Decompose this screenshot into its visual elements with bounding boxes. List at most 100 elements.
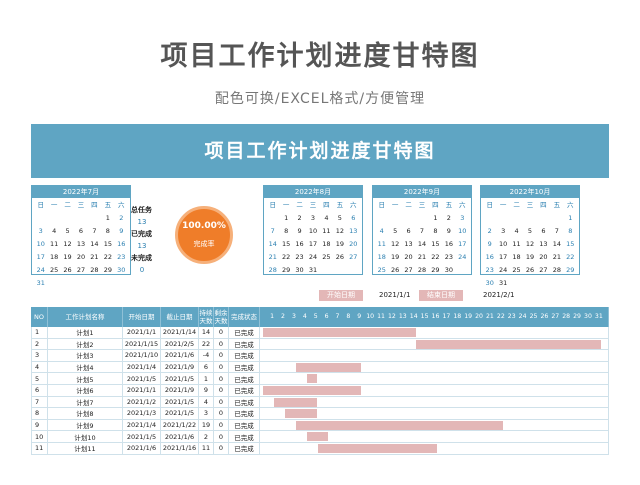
calendar-day[interactable]: 19 bbox=[61, 252, 74, 263]
table-row[interactable]: 11 计划11 2021/1/6 2021/1/16 11 0 已完成 bbox=[31, 442, 609, 455]
calendar-day[interactable]: 11 bbox=[510, 239, 523, 250]
calendar-day[interactable]: 2 bbox=[442, 213, 455, 224]
calendar-day[interactable]: 12 bbox=[523, 239, 536, 250]
calendar-day[interactable]: 8 bbox=[564, 226, 577, 237]
table-row[interactable]: 6 计划6 2021/1/1 2021/1/9 9 0 已完成 bbox=[31, 384, 609, 397]
calendar-day[interactable]: 30 bbox=[293, 265, 306, 276]
calendar-day[interactable] bbox=[388, 213, 401, 224]
calendar-day[interactable]: 29 bbox=[429, 265, 442, 276]
calendar-day[interactable] bbox=[34, 213, 47, 224]
calendar-day[interactable]: 25 bbox=[510, 265, 523, 276]
calendar-day[interactable]: 22 bbox=[429, 252, 442, 263]
calendar-day[interactable] bbox=[61, 278, 74, 289]
calendar-day[interactable]: 4 bbox=[47, 226, 60, 237]
calendar-day[interactable]: 24 bbox=[34, 265, 47, 276]
calendar-day[interactable]: 23 bbox=[483, 265, 496, 276]
calendar-day[interactable] bbox=[415, 213, 428, 224]
calendar-day[interactable]: 9 bbox=[115, 226, 128, 237]
calendar-day[interactable]: 3 bbox=[456, 213, 469, 224]
calendar-day[interactable]: 28 bbox=[266, 265, 279, 276]
calendar-day[interactable]: 1 bbox=[429, 213, 442, 224]
calendar-day[interactable]: 23 bbox=[442, 252, 455, 263]
calendar-day[interactable]: 1 bbox=[279, 213, 292, 224]
calendar-day[interactable]: 21 bbox=[266, 252, 279, 263]
calendar-day[interactable]: 16 bbox=[115, 239, 128, 250]
calendar-day[interactable] bbox=[537, 213, 550, 224]
calendar-day[interactable]: 31 bbox=[34, 278, 47, 289]
calendar-day[interactable]: 7 bbox=[266, 226, 279, 237]
calendar-day[interactable]: 22 bbox=[564, 252, 577, 263]
calendar-day[interactable]: 3 bbox=[34, 226, 47, 237]
calendar-day[interactable]: 9 bbox=[293, 226, 306, 237]
calendar-day[interactable]: 14 bbox=[550, 239, 563, 250]
table-row[interactable]: 8 计划8 2021/1/3 2021/1/5 3 0 已完成 bbox=[31, 408, 609, 420]
calendar-day[interactable]: 20 bbox=[74, 252, 87, 263]
calendar-day[interactable]: 20 bbox=[537, 252, 550, 263]
calendar-day[interactable]: 2 bbox=[293, 213, 306, 224]
calendar-day[interactable]: 27 bbox=[537, 265, 550, 276]
calendar-day[interactable]: 12 bbox=[61, 239, 74, 250]
calendar-day[interactable] bbox=[483, 213, 496, 224]
table-row[interactable]: 10 计划10 2021/1/5 2021/1/6 2 0 已完成 bbox=[31, 431, 609, 443]
calendar-day[interactable]: 17 bbox=[456, 239, 469, 250]
calendar-day[interactable]: 11 bbox=[320, 226, 333, 237]
calendar-day[interactable]: 31 bbox=[306, 265, 319, 276]
calendar-day[interactable]: 10 bbox=[34, 239, 47, 250]
calendar-day[interactable]: 26 bbox=[388, 265, 401, 276]
calendar-day[interactable]: 30 bbox=[442, 265, 455, 276]
calendar-day[interactable]: 18 bbox=[510, 252, 523, 263]
calendar-day[interactable]: 31 bbox=[496, 278, 509, 289]
calendar-day[interactable]: 6 bbox=[402, 226, 415, 237]
calendar-day[interactable] bbox=[523, 213, 536, 224]
calendar-day[interactable]: 19 bbox=[523, 252, 536, 263]
calendar-day[interactable]: 18 bbox=[375, 252, 388, 263]
calendar-day[interactable] bbox=[456, 265, 469, 276]
calendar-day[interactable]: 21 bbox=[88, 252, 101, 263]
calendar-day[interactable]: 5 bbox=[388, 226, 401, 237]
table-row[interactable]: 3 计划3 2021/1/10 2021/1/6 -4 0 已完成 bbox=[31, 350, 609, 362]
calendar-day[interactable]: 28 bbox=[415, 265, 428, 276]
table-row[interactable]: 5 计划5 2021/1/5 2021/1/5 1 0 已完成 bbox=[31, 373, 609, 385]
calendar-day[interactable]: 10 bbox=[456, 226, 469, 237]
calendar-day[interactable]: 5 bbox=[333, 213, 346, 224]
calendar-day[interactable]: 14 bbox=[415, 239, 428, 250]
calendar-day[interactable]: 5 bbox=[523, 226, 536, 237]
calendar-day[interactable]: 15 bbox=[101, 239, 114, 250]
calendar-day[interactable]: 6 bbox=[347, 213, 360, 224]
calendar-day[interactable] bbox=[564, 278, 577, 289]
calendar-day[interactable] bbox=[347, 265, 360, 276]
calendar-day[interactable] bbox=[375, 213, 388, 224]
calendar-day[interactable]: 23 bbox=[115, 252, 128, 263]
table-row[interactable]: 4 计划4 2021/1/4 2021/1/9 6 0 已完成 bbox=[31, 361, 609, 374]
calendar-day[interactable]: 20 bbox=[347, 239, 360, 250]
calendar-day[interactable]: 19 bbox=[333, 239, 346, 250]
calendar-day[interactable] bbox=[402, 213, 415, 224]
calendar-day[interactable]: 6 bbox=[74, 226, 87, 237]
calendar-day[interactable]: 29 bbox=[279, 265, 292, 276]
calendar-day[interactable]: 4 bbox=[510, 226, 523, 237]
calendar-day[interactable]: 9 bbox=[483, 239, 496, 250]
calendar-day[interactable]: 13 bbox=[74, 239, 87, 250]
calendar-day[interactable]: 21 bbox=[550, 252, 563, 263]
calendar-day[interactable]: 8 bbox=[279, 226, 292, 237]
calendar-day[interactable] bbox=[47, 213, 60, 224]
calendar-day[interactable]: 22 bbox=[279, 252, 292, 263]
calendar-day[interactable]: 8 bbox=[429, 226, 442, 237]
calendar-day[interactable]: 2 bbox=[115, 213, 128, 224]
calendar-day[interactable]: 25 bbox=[47, 265, 60, 276]
calendar-day[interactable]: 14 bbox=[88, 239, 101, 250]
calendar-day[interactable] bbox=[266, 213, 279, 224]
calendar-day[interactable] bbox=[88, 278, 101, 289]
calendar-day[interactable]: 3 bbox=[306, 213, 319, 224]
calendar-day[interactable] bbox=[550, 278, 563, 289]
calendar-day[interactable] bbox=[550, 213, 563, 224]
table-row[interactable]: 7 计划7 2021/1/2 2021/1/5 4 0 已完成 bbox=[31, 396, 609, 409]
calendar-day[interactable]: 29 bbox=[101, 265, 114, 276]
table-row[interactable]: 1 计划1 2021/1/1 2021/1/14 14 0 已完成 bbox=[31, 327, 609, 339]
calendar-day[interactable]: 6 bbox=[537, 226, 550, 237]
calendar-day[interactable]: 26 bbox=[61, 265, 74, 276]
calendar-day[interactable]: 13 bbox=[402, 239, 415, 250]
calendar-day[interactable]: 12 bbox=[333, 226, 346, 237]
calendar-day[interactable]: 1 bbox=[101, 213, 114, 224]
calendar-day[interactable]: 15 bbox=[279, 239, 292, 250]
